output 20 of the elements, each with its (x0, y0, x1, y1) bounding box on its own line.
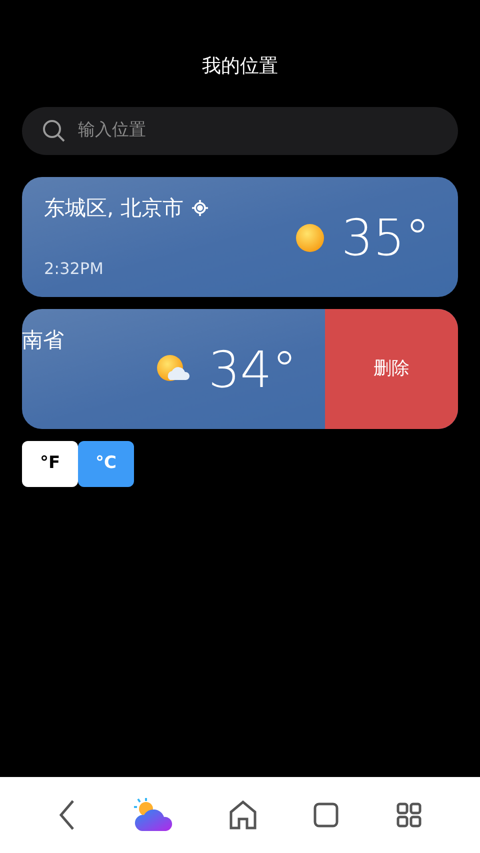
search-bar[interactable]: 输入位置 (22, 106, 458, 154)
home-icon[interactable] (228, 799, 258, 831)
temperature: 35° (341, 212, 430, 262)
page-title: 我的位置 (202, 54, 278, 79)
temperature: 34° (208, 344, 297, 394)
location-target-icon (191, 199, 210, 218)
search-field[interactable]: 输入位置 (78, 118, 438, 144)
location-card[interactable]: 南省 34° 删除 (22, 308, 458, 428)
delete-button[interactable]: 删除 (325, 308, 458, 428)
location-card[interactable]: 东城区, 北京市 2:32PM 35° (22, 176, 458, 296)
unit-toggle[interactable]: °F (22, 440, 78, 486)
cloud-sun-icon[interactable] (132, 797, 174, 833)
unit-toggle[interactable]: °C (78, 440, 134, 486)
square-icon[interactable] (312, 801, 340, 829)
local-time: 2:32PM (44, 258, 104, 280)
location-name: 东城区, 北京市 (44, 194, 184, 222)
grid-icon[interactable] (394, 801, 423, 829)
location-name: 南省 (22, 326, 64, 354)
sun-icon (295, 222, 326, 252)
search-icon (42, 118, 66, 142)
